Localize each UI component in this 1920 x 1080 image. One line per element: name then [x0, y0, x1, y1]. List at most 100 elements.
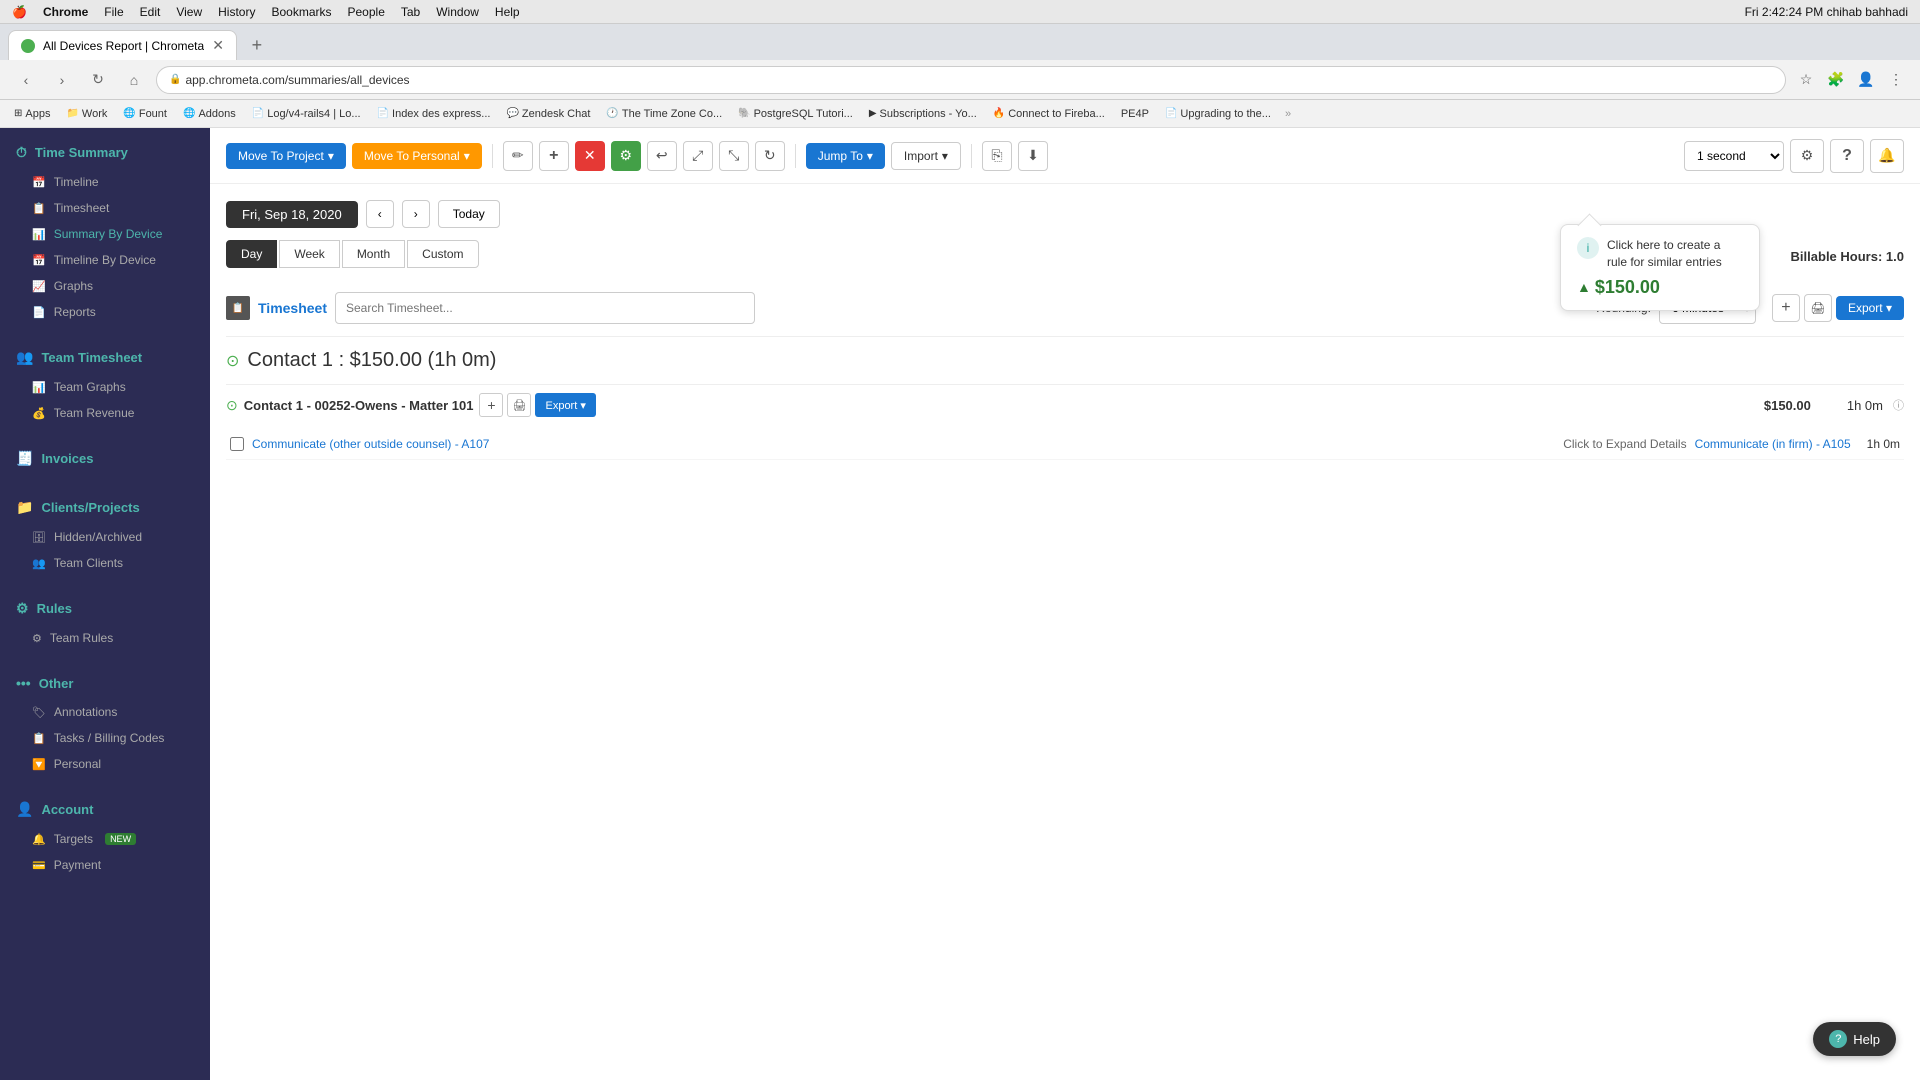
tab-custom[interactable]: Custom	[407, 240, 478, 268]
delete-button[interactable]: ✕	[575, 141, 605, 171]
bookmark-postgres[interactable]: 🐘PostgreSQL Tutori...	[732, 106, 859, 122]
tab-week[interactable]: Week	[279, 240, 339, 268]
undo-button[interactable]: ↩	[647, 141, 677, 171]
add-button[interactable]: +	[539, 141, 569, 171]
sidebar-header-other[interactable]: ••• Other	[0, 667, 210, 699]
tab-month[interactable]: Month	[342, 240, 405, 268]
timesheet-export-button[interactable]: Export ▾	[1836, 296, 1904, 320]
contact-expand-icon[interactable]: ⊙	[226, 351, 239, 371]
forward-button[interactable]: ›	[48, 66, 76, 94]
menu-help[interactable]: Help	[495, 5, 520, 19]
download-button[interactable]: ⬇	[1018, 141, 1048, 171]
bookmark-addons[interactable]: 🌐Addons	[177, 106, 242, 122]
date-prev-button[interactable]: ‹	[366, 200, 394, 228]
jump-to-button[interactable]: Jump To ▾	[806, 143, 885, 169]
bookmark-star-icon[interactable]: ☆	[1794, 68, 1818, 92]
timesheet-print-button[interactable]: 🖨	[1804, 294, 1832, 322]
move-to-project-button[interactable]: Move To Project ▾	[226, 143, 346, 169]
menu-edit[interactable]: Edit	[140, 5, 161, 19]
tab-close-button[interactable]: ✕	[212, 37, 224, 54]
help-question-button[interactable]: ?	[1830, 139, 1864, 173]
detail-expand-icon[interactable]: ⊙	[226, 397, 238, 414]
sidebar-header-clients[interactable]: 📁 Clients/Projects	[0, 491, 210, 524]
help-button[interactable]: ? Help	[1813, 1022, 1896, 1056]
sidebar-item-timesheet[interactable]: 📋 Timesheet	[0, 195, 210, 221]
bookmark-fount[interactable]: 🌐Fount	[117, 106, 173, 122]
sidebar-header-team-timesheet[interactable]: 👥 Team Timesheet	[0, 341, 210, 374]
notification-bell-button[interactable]: 🔔	[1870, 139, 1904, 173]
sidebar-item-team-rules[interactable]: ⚙ Team Rules	[0, 625, 210, 651]
bookmark-timezone[interactable]: 🕐The Time Zone Co...	[600, 106, 728, 122]
sidebar-header-account[interactable]: 👤 Account	[0, 793, 210, 826]
expand-button[interactable]: ⤢	[683, 141, 713, 171]
bookmark-work[interactable]: 📁Work	[60, 106, 113, 122]
sidebar-item-targets[interactable]: 🔔 Targets NEW	[0, 826, 210, 852]
tab-day[interactable]: Day	[226, 240, 277, 268]
date-next-button[interactable]: ›	[402, 200, 430, 228]
sidebar-item-timeline-by-device[interactable]: 📅 Timeline By Device	[0, 247, 210, 273]
search-input[interactable]	[335, 292, 755, 324]
menu-history[interactable]: History	[218, 5, 255, 19]
sidebar-item-timeline[interactable]: 📅 Timeline	[0, 169, 210, 195]
sidebar-item-team-graphs[interactable]: 📊 Team Graphs	[0, 374, 210, 400]
sidebar-header-time-summary[interactable]: ⏱ Time Summary	[0, 136, 210, 169]
today-button[interactable]: Today	[438, 200, 500, 228]
refresh-button[interactable]: ↻	[755, 141, 785, 171]
sidebar-item-payment[interactable]: 💳 Payment	[0, 852, 210, 878]
sidebar-item-hidden-archived[interactable]: 🗄 Hidden/Archived	[0, 524, 210, 550]
back-button[interactable]: ‹	[12, 66, 40, 94]
detail-export-button[interactable]: Export ▾	[535, 393, 595, 417]
settings-circle-button[interactable]: ⚙	[611, 141, 641, 171]
compress-button[interactable]: ⤡	[719, 141, 749, 171]
extensions-icon[interactable]: 🧩	[1824, 68, 1848, 92]
detail-add-button[interactable]: +	[479, 393, 503, 417]
more-options-icon[interactable]: ⋮	[1884, 68, 1908, 92]
sidebar-item-annotations[interactable]: 🏷 Annotations	[0, 699, 210, 725]
home-button[interactable]: ⌂	[120, 66, 148, 94]
entry-activity-link[interactable]: Communicate (other outside counsel) - A1…	[252, 437, 489, 451]
bookmark-index[interactable]: 📄Index des express...	[371, 106, 497, 122]
sidebar-item-tasks-billing[interactable]: 📋 Tasks / Billing Codes	[0, 725, 210, 751]
menu-window[interactable]: Window	[436, 5, 479, 19]
detail-print-button[interactable]: 🖨	[507, 393, 531, 417]
bookmark-log[interactable]: 📄Log/v4-rails4 | Lo...	[246, 106, 367, 122]
menu-bookmarks[interactable]: Bookmarks	[271, 5, 331, 19]
bookmark-subscriptions[interactable]: ▶Subscriptions - Yo...	[863, 106, 983, 122]
menu-tab[interactable]: Tab	[401, 5, 420, 19]
profile-icon[interactable]: 👤	[1854, 68, 1878, 92]
bookmark-apps[interactable]: ⊞Apps	[8, 106, 56, 122]
sidebar-header-invoices[interactable]: 🧾 Invoices	[0, 442, 210, 475]
bookmark-upgrading[interactable]: 📄Upgrading to the...	[1159, 106, 1277, 122]
reload-button[interactable]: ↻	[84, 66, 112, 94]
sidebar-item-graphs[interactable]: 📈 Graphs	[0, 273, 210, 299]
menu-file[interactable]: File	[104, 5, 123, 19]
browser-tab[interactable]: All Devices Report | Chrometa ✕	[8, 30, 237, 60]
sidebar-header-rules[interactable]: ⚙ Rules	[0, 592, 210, 625]
time-interval-select[interactable]: 1 second 5 seconds 10 seconds 30 seconds…	[1684, 141, 1784, 171]
address-bar[interactable]: 🔒 app.chrometa.com/summaries/all_devices	[156, 66, 1786, 94]
entry-checkbox[interactable]	[230, 437, 244, 451]
import-button[interactable]: Import ▾	[891, 142, 961, 170]
sidebar-item-personal[interactable]: 🔽 Personal	[0, 751, 210, 777]
team-graphs-label: Team Graphs	[54, 380, 126, 394]
move-to-personal-button[interactable]: Move To Personal ▾	[352, 143, 482, 169]
sidebar-item-team-clients[interactable]: 👥 Team Clients	[0, 550, 210, 576]
settings-gear-button[interactable]: ⚙	[1790, 139, 1824, 173]
menu-view[interactable]: View	[176, 5, 202, 19]
entry-right-link[interactable]: Communicate (in firm) - A105	[1695, 437, 1851, 451]
tooltip-text[interactable]: Click here to create a rule for similar …	[1607, 237, 1743, 271]
sidebar-item-team-revenue[interactable]: 💰 Team Revenue	[0, 400, 210, 426]
new-tab-button[interactable]: +	[243, 31, 271, 59]
sidebar-item-summary-by-device[interactable]: 📊 Summary By Device	[0, 221, 210, 247]
entry-expand-text[interactable]: Click to Expand Details	[1563, 437, 1686, 451]
sidebar-item-reports[interactable]: 📄 Reports	[0, 299, 210, 325]
timesheet-add-button[interactable]: +	[1772, 294, 1800, 322]
menu-people[interactable]: People	[348, 5, 385, 19]
bookmark-firebase[interactable]: 🔥Connect to Fireba...	[987, 106, 1111, 122]
app-name[interactable]: Chrome	[43, 5, 88, 19]
copy-button[interactable]: ⎘	[982, 141, 1012, 171]
bookmark-zendesk[interactable]: 💬Zendesk Chat	[500, 106, 596, 122]
bookmark-pe4p[interactable]: PE4P	[1115, 106, 1155, 122]
edit-button[interactable]: ✏	[503, 141, 533, 171]
apple-menu[interactable]: 🍎	[12, 5, 27, 19]
